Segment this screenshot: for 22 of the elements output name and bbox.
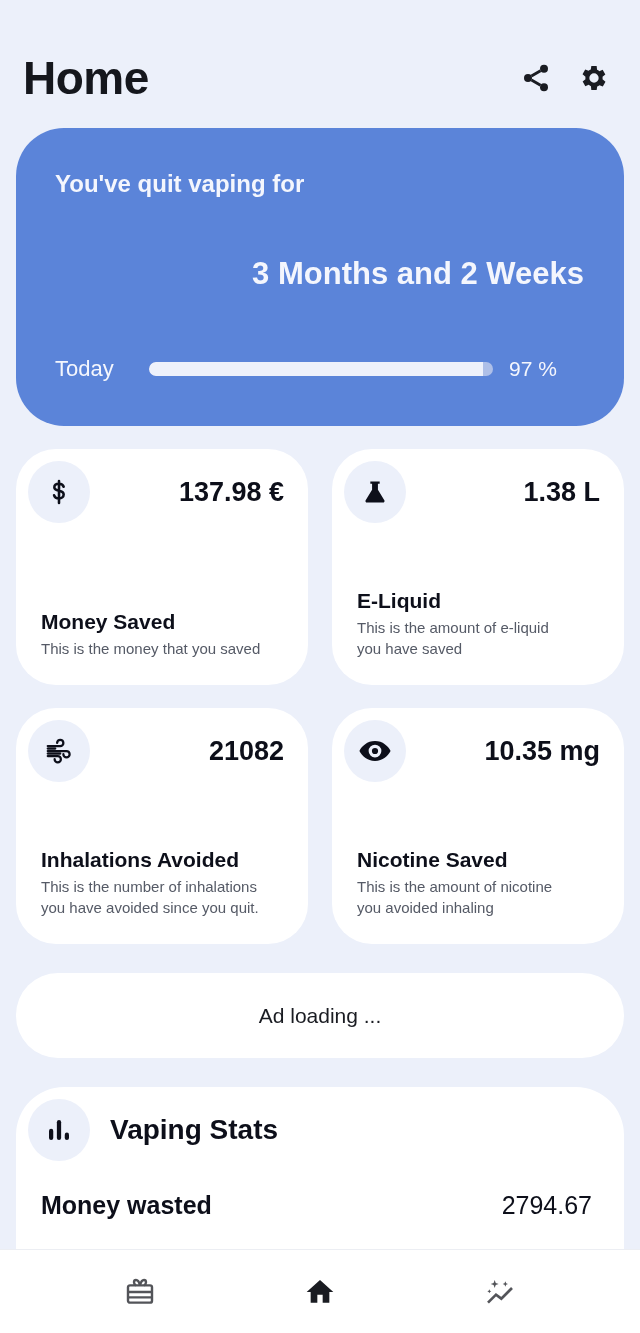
stat-description: This is the amount of e-liquid you have saved (357, 618, 550, 659)
section-title: Vaping Stats (110, 1114, 279, 1146)
quit-label: You've quit vaping for (55, 170, 306, 198)
stat-value: 10.35 mg (484, 735, 600, 767)
stat-title: Inhalations Avoided (41, 848, 240, 872)
stat-title: Nicotine Saved (357, 848, 509, 872)
stat-description: This is the number of inhalations you have avoided since you quit. (41, 877, 260, 918)
stat-value: 21082 (208, 735, 284, 767)
wind-icon (44, 736, 74, 766)
progress-percent: 97 % (509, 357, 557, 381)
stat-title: Money Saved (41, 610, 177, 634)
stat-title: E-Liquid (357, 589, 442, 613)
stat-description: This is the money that you saved (41, 639, 261, 659)
stat-amount: 2794.67 (501, 1191, 592, 1220)
page-title: Home (23, 51, 149, 105)
stat-value: 137.98 € (178, 476, 284, 508)
quit-duration: 3 Months and 2 Weeks (251, 256, 584, 292)
progress-label: Today (55, 356, 115, 382)
ad-text: Ad loading ... (258, 1003, 382, 1028)
stat-label: Money wasted (41, 1191, 212, 1220)
stat-value: 1.38 L (523, 476, 600, 508)
stat-description: This is the amount of nicotine you avoided inhaling (357, 877, 554, 918)
